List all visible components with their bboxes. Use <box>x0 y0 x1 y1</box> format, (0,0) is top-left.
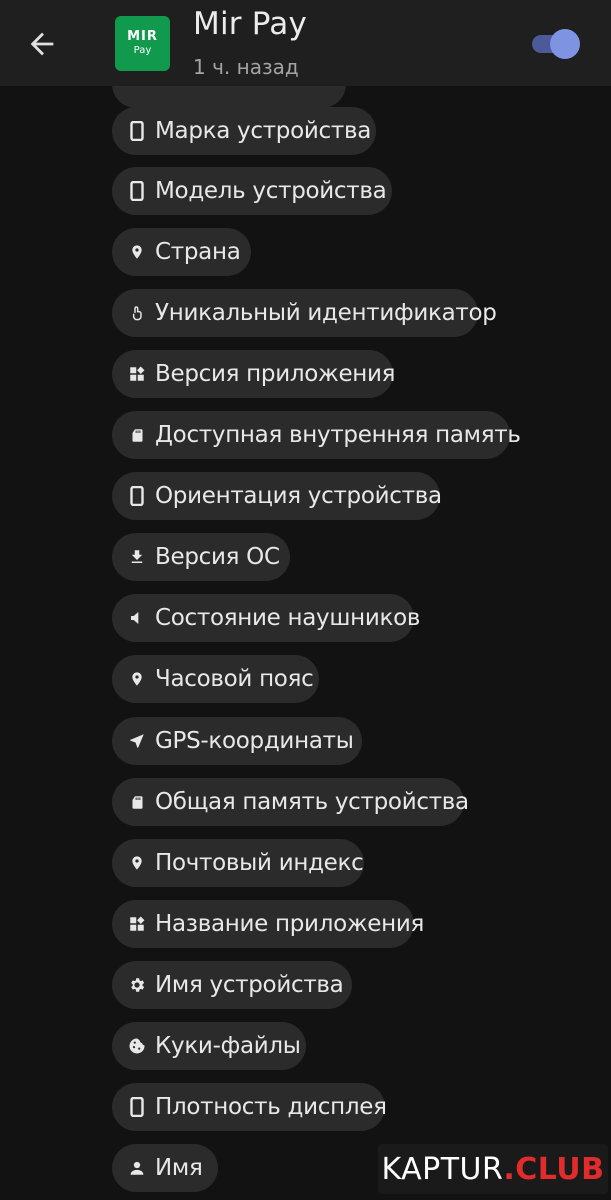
location-pin-icon <box>128 242 146 262</box>
logo-pay-text: Pay <box>133 45 152 56</box>
list-item: Название приложения <box>112 900 424 948</box>
app-logo: MIR Pay <box>115 16 170 71</box>
tracking-toggle[interactable] <box>530 29 580 59</box>
watermark-brand: KAPTUR <box>381 1151 504 1187</box>
list-item-label: Часовой пояс <box>155 666 314 692</box>
list-item: Ориентация устройства <box>112 472 442 520</box>
phone-icon <box>128 181 146 201</box>
time-ago: 1 ч. назад <box>193 55 299 79</box>
list-item: Имя <box>112 1144 218 1192</box>
sd-card-icon <box>128 425 146 445</box>
phone-icon <box>128 486 146 506</box>
list-item: Уникальный идентификатор <box>112 289 497 337</box>
list-item: Почтовый индекс <box>112 839 364 887</box>
fingerprint-icon <box>128 303 146 323</box>
list-item-label: Страна <box>155 239 241 265</box>
arrow-left-icon <box>30 32 54 56</box>
phone-icon <box>128 121 146 141</box>
list-item: Доступная внутренняя память <box>112 411 521 459</box>
list-item-label: Состояние наушников <box>155 605 421 631</box>
location-pin-icon <box>128 853 146 873</box>
list-item: Состояние наушников <box>112 594 420 642</box>
list-item-label: Куки-файлы <box>155 1033 301 1059</box>
logo-mir-text: MIR <box>127 29 158 44</box>
navigation-arrow-icon <box>128 731 146 751</box>
list-item: Версия приложения <box>112 350 396 398</box>
list-item-label: GPS-координаты <box>155 728 354 754</box>
download-icon <box>128 547 146 567</box>
list-item-label: Имя <box>155 1155 203 1181</box>
list-item: Плотность дисплея <box>112 1083 387 1131</box>
app-header: MIR Pay Mir Pay 1 ч. назад <box>0 0 611 86</box>
list-item: Часовой пояс <box>112 655 319 703</box>
back-button[interactable] <box>22 24 62 64</box>
list-item-label: Название приложения <box>155 911 425 937</box>
sd-card-icon <box>128 792 146 812</box>
speaker-icon <box>128 608 146 628</box>
list-item-label: Доступная внутренняя память <box>155 422 521 448</box>
location-pin-icon <box>128 669 146 689</box>
list-item: Куки-файлы <box>112 1022 306 1070</box>
list-item-label: Общая память устройства <box>155 789 469 815</box>
list-item-label: Версия ОС <box>155 544 280 570</box>
app-name: Mir Pay <box>193 6 308 42</box>
list-item: Модель устройства <box>112 167 392 215</box>
list-item-label: Модель устройства <box>155 178 387 204</box>
list-item: Марка устройства <box>112 107 376 155</box>
list-item-label: Плотность дисплея <box>155 1094 387 1120</box>
apps-icon <box>128 914 146 934</box>
list-item: Страна <box>112 228 251 276</box>
gear-icon <box>128 975 146 995</box>
list-item-label: Ориентация устройства <box>155 483 442 509</box>
list-item-label: Почтовый индекс <box>155 850 364 876</box>
list-item-label: Уникальный идентификатор <box>155 300 497 326</box>
list-item: Версия ОС <box>112 533 290 581</box>
watermark-suffix: .CLUB <box>503 1151 605 1187</box>
cookie-icon <box>128 1036 146 1056</box>
list-item-label: Марка устройства <box>155 118 372 144</box>
toggle-thumb <box>550 29 580 59</box>
person-icon <box>128 1158 146 1178</box>
phone-icon <box>128 1097 146 1117</box>
list-item-label: Версия приложения <box>155 361 396 387</box>
list-item: Имя устройства <box>112 961 352 1009</box>
list-item-label: Имя устройства <box>155 972 344 998</box>
list-item: GPS-координаты <box>112 717 362 765</box>
watermark: KAPTUR .CLUB <box>378 1144 608 1194</box>
apps-icon <box>128 364 146 384</box>
list-item: Общая память устройства <box>112 778 469 826</box>
